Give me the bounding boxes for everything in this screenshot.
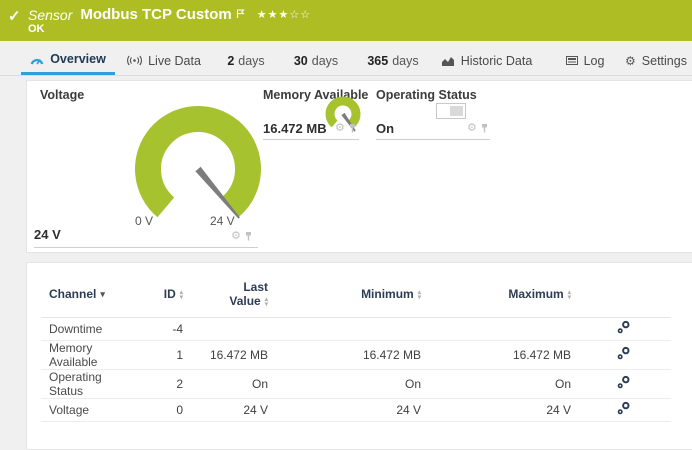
pin-icon[interactable] xyxy=(244,231,253,242)
voltage-gauge-title: Voltage xyxy=(40,88,84,102)
channel-last-value xyxy=(183,317,268,340)
channels-table: Channel▾ ID▴▾ Last Value▴▾ Minimum▴▾ Max… xyxy=(41,271,671,422)
sensor-title: Modbus TCP Custom xyxy=(80,6,231,23)
gear-icon: ⚙ xyxy=(625,55,636,67)
voltage-gauge xyxy=(113,93,283,231)
channel-settings-icon[interactable] xyxy=(617,401,631,415)
channel-name[interactable]: Downtime xyxy=(41,317,135,340)
channel-last-value: 16.472 MB xyxy=(183,340,268,369)
sort-icon: ▴▾ xyxy=(568,290,571,300)
channel-settings-icon[interactable] xyxy=(617,320,631,334)
voltage-gauge-actions: ⚙ xyxy=(231,231,253,242)
tab-settings[interactable]: ⚙ Settings xyxy=(626,46,686,75)
memory-value: 16.472 MB xyxy=(263,121,327,136)
broadcast-icon xyxy=(127,55,142,66)
tab-live-data[interactable]: Live Data xyxy=(133,46,195,75)
channels-panel: Channel▾ ID▴▾ Last Value▴▾ Minimum▴▾ Max… xyxy=(26,262,692,450)
sensor-status-header: ✓ Sensor Modbus TCP Custom ★★★☆☆ OK xyxy=(0,0,692,41)
channel-gear-icon[interactable]: ⚙ xyxy=(335,123,345,134)
voltage-scale-max: 24 V xyxy=(210,214,235,228)
tab-overview[interactable]: Overview xyxy=(21,46,115,75)
channel-id: -4 xyxy=(135,317,183,340)
table-row: Operating Status 2 On On On xyxy=(41,369,671,398)
sort-desc-icon: ▾ xyxy=(100,289,105,299)
channel-last-value: On xyxy=(183,369,268,398)
channel-minimum: On xyxy=(268,369,421,398)
tab-365-days[interactable]: 365days xyxy=(364,46,422,75)
channel-minimum xyxy=(268,317,421,340)
voltage-scale-min: 0 V xyxy=(135,214,153,228)
channel-maximum: 24 V xyxy=(421,398,571,421)
channel-minimum: 24 V xyxy=(268,398,421,421)
channel-maximum xyxy=(421,317,571,340)
column-header-maximum[interactable]: Maximum▴▾ xyxy=(421,271,571,317)
log-icon xyxy=(566,56,578,65)
operating-status-switch-icon xyxy=(436,103,466,119)
channel-minimum: 16.472 MB xyxy=(268,340,421,369)
operating-status-value: On xyxy=(376,121,394,136)
tab-historic-data[interactable]: Historic Data xyxy=(446,46,528,75)
channel-last-value: 24 V xyxy=(183,398,268,421)
flag-icon[interactable] xyxy=(236,6,245,24)
tab-log[interactable]: Log xyxy=(565,46,605,75)
channel-maximum: On xyxy=(421,369,571,398)
gauges-panel: Voltage 0 V 24 V 24 V ⚙ Memory Available… xyxy=(26,80,692,253)
table-row: Memory Available 1 16.472 MB 16.472 MB 1… xyxy=(41,340,671,369)
channel-settings-icon[interactable] xyxy=(617,346,631,360)
channel-id: 0 xyxy=(135,398,183,421)
voltage-value: 24 V xyxy=(34,227,61,242)
operating-status-actions: ⚙ xyxy=(467,123,489,134)
channel-id: 2 xyxy=(135,369,183,398)
column-header-minimum[interactable]: Minimum▴▾ xyxy=(268,271,421,317)
object-type-label: Sensor xyxy=(28,7,72,23)
tab-bar: Overview Live Data 2days 30days 365days xyxy=(0,46,692,76)
sort-icon: ▴▾ xyxy=(265,297,268,307)
table-row: Downtime -4 xyxy=(41,317,671,340)
channel-gear-icon[interactable]: ⚙ xyxy=(467,123,477,134)
tab-30-days[interactable]: 30days xyxy=(290,46,342,75)
channel-gear-icon[interactable]: ⚙ xyxy=(231,231,241,242)
sort-icon: ▴▾ xyxy=(418,290,421,300)
tab-2-days[interactable]: 2days xyxy=(222,46,270,75)
column-header-id[interactable]: ID▴▾ xyxy=(135,271,183,317)
ok-check-icon: ✓ xyxy=(8,7,21,25)
channel-maximum: 16.472 MB xyxy=(421,340,571,369)
pin-icon[interactable] xyxy=(348,123,357,134)
pin-icon[interactable] xyxy=(480,123,489,134)
sensor-overview-page: ✓ Sensor Modbus TCP Custom ★★★☆☆ OK Ove xyxy=(0,0,692,450)
operating-status-title: Operating Status xyxy=(376,88,477,102)
status-badge: OK xyxy=(28,23,45,35)
bar-chart-icon xyxy=(442,56,455,66)
channel-name[interactable]: Operating Status xyxy=(41,369,135,398)
channel-id: 1 xyxy=(135,340,183,369)
memory-gauge-actions: ⚙ xyxy=(335,123,357,134)
channel-settings-icon[interactable] xyxy=(617,375,631,389)
table-row: Voltage 0 24 V 24 V 24 V xyxy=(41,398,671,421)
channel-name[interactable]: Memory Available xyxy=(41,340,135,369)
gauge-icon xyxy=(30,54,44,65)
column-header-channel[interactable]: Channel▾ xyxy=(41,271,135,317)
sort-icon: ▴▾ xyxy=(180,290,183,300)
channel-name[interactable]: Voltage xyxy=(41,398,135,421)
priority-stars[interactable]: ★★★☆☆ xyxy=(257,8,311,21)
column-header-last-value[interactable]: Last Value▴▾ xyxy=(183,271,268,317)
